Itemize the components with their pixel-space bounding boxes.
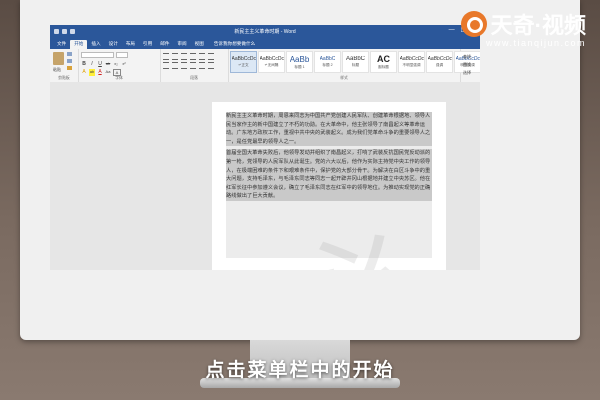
brand-name: 天奇·视频 [490,13,586,38]
styles-gallery: AaBbCcDc ↵正文 AaBbCcDc ↵无间隔 AaBb 标题 1 AaBbC 标… [230,51,480,73]
word-window: 新民主主义革命时期 - Word — ☐ ✕ 文件 开始 插入 设计 布局 引用… [50,25,480,270]
tab-mailings[interactable]: 邮件 [156,40,173,49]
paragraph-group-label: 段落 [190,76,198,80]
replace-button[interactable]: 替换 [463,61,471,69]
font-format-row: B I U ab x₂ x² [81,61,127,67]
strikethrough-button[interactable]: ab [105,61,111,67]
font-color-row: A ab A Aa A [81,69,121,76]
ribbon: 粘贴 剪贴板 B I U ab x₂ x² A ab A Aa A 字体 段落 … [50,49,480,83]
style-emphasis[interactable]: AaBbCcDc 强调 [426,51,453,73]
clipboard-group-label: 剪贴板 [58,76,70,80]
style-subtle-emphasis[interactable]: AaBbCcDc 不明显强调 [398,51,425,73]
highlight-button[interactable]: ab [89,69,95,76]
brand-logo-icon [460,11,487,37]
multilevel-list-icon[interactable] [181,53,187,60]
font-size-select[interactable] [116,52,128,58]
format-painter-icon[interactable] [67,66,72,70]
document-area: 必 新民主主义革命时期，周恩来同志为中国共产党创建人民军队、创建革命根据地、领导… [50,82,480,270]
document-paragraph[interactable]: 新民主主义革命时期，周恩来同志为中国共产党创建人民军队、创建革命根据地、领导人民… [226,112,432,147]
tab-insert[interactable]: 插入 [87,40,104,49]
align-right-icon[interactable] [181,62,187,69]
sort-icon[interactable] [208,53,214,60]
underline-button[interactable]: U [97,61,103,67]
italic-button[interactable]: I [89,61,95,67]
ribbon-tabs: 文件 开始 插入 设计 布局 引用 邮件 审阅 视图 告诉我你想要做什么 [50,38,480,49]
tab-review[interactable]: 审阅 [173,40,190,49]
decrease-indent-icon[interactable] [190,53,196,60]
document-paragraph[interactable]: 首届全国大革命失败后，他领导发动并组织了南昌起义，打响了武装反抗国民党反动派的第… [226,149,432,201]
align-center-icon[interactable] [172,62,178,69]
bold-button[interactable]: B [81,61,87,67]
tell-me-search[interactable]: 告诉我你想要做什么 [214,41,255,49]
change-case-button[interactable]: Aa [105,69,111,76]
align-left-icon[interactable] [163,62,169,69]
editing-commands: 查找 替换 选择 [463,53,471,77]
cut-icon[interactable] [67,52,72,56]
copy-icon[interactable] [67,59,72,63]
document-page[interactable]: 必 新民主主义革命时期，周恩来同志为中国共产党创建人民军队、创建革命根据地、领导… [212,102,446,270]
numbering-icon[interactable] [172,53,178,60]
text-effects-button[interactable]: A [81,69,87,76]
paste-icon[interactable] [53,52,64,65]
justify-icon[interactable] [190,62,196,69]
tab-layout[interactable]: 布局 [122,40,139,49]
tab-file[interactable]: 文件 [53,40,70,49]
increase-indent-icon[interactable] [199,53,205,60]
shading-icon[interactable] [208,62,214,69]
bullets-icon[interactable] [163,53,169,60]
paragraph-row-2 [163,62,214,69]
tab-references[interactable]: 引用 [139,40,156,49]
paragraph-group: 段落 [160,49,229,82]
font-group-label: 字体 [115,76,123,80]
paste-button[interactable]: 粘贴 [53,67,61,73]
font-group: B I U ab x₂ x² A ab A Aa A 字体 [78,49,161,82]
paragraph-row-1 [163,53,214,60]
style-title[interactable]: AaBbC 标题 [342,51,369,73]
tab-design[interactable]: 设计 [105,40,122,49]
style-heading-2[interactable]: AaBbC 标题 2 [314,51,341,73]
subscript-button[interactable]: x₂ [113,61,119,67]
style-heading-1[interactable]: AaBb 标题 1 [286,51,313,73]
superscript-button[interactable]: x² [121,61,127,67]
tab-home[interactable]: 开始 [70,40,88,49]
editing-group: 查找 替换 选择 [460,49,480,82]
select-button[interactable]: 选择 [463,69,471,77]
font-color-button[interactable]: A [97,69,103,76]
find-button[interactable]: 查找 [463,53,471,61]
document-body[interactable]: 新民主主义革命时期，周恩来同志为中国共产党创建人民军队、创建革命根据地、领导人民… [226,112,432,204]
styles-group-label: 样式 [340,76,348,80]
style-normal[interactable]: AaBbCcDc ↵正文 [230,51,257,73]
style-subtitle[interactable]: AC 副标题 [370,51,397,73]
subtitle-caption: 点击菜单栏中的开始 [205,360,395,381]
styles-group: AaBbCcDc ↵正文 AaBbCcDc ↵无间隔 AaBb 标题 1 AaBbC 标… [228,49,480,82]
style-no-spacing[interactable]: AaBbCcDc ↵无间隔 [258,51,285,73]
window-title: 新民主主义革命时期 - Word [234,29,296,35]
line-spacing-icon[interactable] [199,62,205,69]
tab-view[interactable]: 视图 [191,40,208,49]
brand-url: www.tianqijun.com [485,38,586,48]
char-border-button[interactable]: A [113,69,121,76]
font-name-select[interactable] [81,52,114,58]
minimize-icon[interactable]: — [449,27,455,34]
brand-logo: 天奇·视频 [460,8,586,40]
monitor-frame: 新民主主义革命时期 - Word — ☐ ✕ 文件 开始 插入 设计 布局 引用… [20,0,580,340]
clipboard-group: 粘贴 剪贴板 [50,49,79,82]
title-bar: 新民主主义革命时期 - Word — ☐ ✕ [50,25,480,38]
